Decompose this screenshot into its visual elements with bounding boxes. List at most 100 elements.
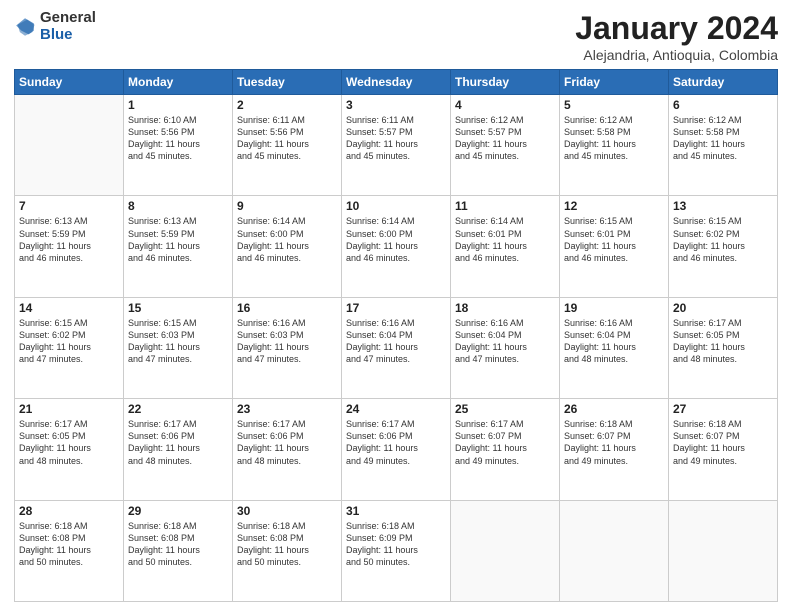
calendar-cell: 9 Sunrise: 6:14 AM Sunset: 6:00 PM Daylig… [233, 196, 342, 297]
calendar-cell: 25 Sunrise: 6:17 AM Sunset: 6:07 PM Dayli… [451, 399, 560, 500]
day-info: Sunrise: 6:17 AM Sunset: 6:06 PM Dayligh… [346, 418, 446, 467]
page: General Blue January 2024 Alejandria, An… [0, 0, 792, 612]
header: General Blue January 2024 Alejandria, An… [14, 10, 778, 63]
calendar-cell: 16 Sunrise: 6:16 AM Sunset: 6:03 PM Dayli… [233, 297, 342, 398]
calendar-cell: 17 Sunrise: 6:16 AM Sunset: 6:04 PM Dayli… [342, 297, 451, 398]
weekday-friday: Friday [560, 70, 669, 95]
day-number: 10 [346, 199, 446, 213]
day-number: 15 [128, 301, 228, 315]
day-info: Sunrise: 6:15 AM Sunset: 6:02 PM Dayligh… [673, 215, 773, 264]
calendar-week-4: 21Sunrise: 6:17 AM Sunset: 6:05 PM Dayli… [15, 399, 778, 500]
calendar-cell: 11 Sunrise: 6:14 AM Sunset: 6:01 PM Dayli… [451, 196, 560, 297]
day-info: Sunrise: 6:17 AM Sunset: 6:06 PM Dayligh… [237, 418, 337, 467]
day-info: Sunrise: 6:18 AM Sunset: 6:08 PM Dayligh… [237, 520, 337, 569]
day-number: 1 [128, 98, 228, 112]
calendar-cell: 10 Sunrise: 6:14 AM Sunset: 6:00 PM Dayli… [342, 196, 451, 297]
calendar-cell [560, 500, 669, 601]
day-number: 26 [564, 402, 664, 416]
day-number: 20 [673, 301, 773, 315]
day-info: Sunrise: 6:12 AM Sunset: 5:58 PM Dayligh… [564, 114, 664, 163]
day-info: Sunrise: 6:14 AM Sunset: 6:00 PM Dayligh… [237, 215, 337, 264]
day-number: 21 [19, 402, 119, 416]
calendar-cell: 19 Sunrise: 6:16 AM Sunset: 6:04 PM Dayli… [560, 297, 669, 398]
calendar-cell: 1 Sunrise: 6:10 AM Sunset: 5:56 PM Daylig… [124, 95, 233, 196]
day-number: 31 [346, 504, 446, 518]
day-info: Sunrise: 6:18 AM Sunset: 6:09 PM Dayligh… [346, 520, 446, 569]
day-info: Sunrise: 6:14 AM Sunset: 6:00 PM Dayligh… [346, 215, 446, 264]
day-number: 4 [455, 98, 555, 112]
logo-blue: Blue [40, 27, 96, 44]
day-info: Sunrise: 6:18 AM Sunset: 6:08 PM Dayligh… [19, 520, 119, 569]
day-number: 12 [564, 199, 664, 213]
calendar-cell: 14Sunrise: 6:15 AM Sunset: 6:02 PM Dayli… [15, 297, 124, 398]
calendar-cell [669, 500, 778, 601]
calendar-week-1: 1 Sunrise: 6:10 AM Sunset: 5:56 PM Daylig… [15, 95, 778, 196]
title-block: January 2024 Alejandria, Antioquia, Colo… [575, 10, 778, 63]
calendar-cell: 8 Sunrise: 6:13 AM Sunset: 5:59 PM Daylig… [124, 196, 233, 297]
day-number: 11 [455, 199, 555, 213]
day-info: Sunrise: 6:13 AM Sunset: 5:59 PM Dayligh… [128, 215, 228, 264]
day-info: Sunrise: 6:18 AM Sunset: 6:07 PM Dayligh… [673, 418, 773, 467]
day-info: Sunrise: 6:16 AM Sunset: 6:04 PM Dayligh… [564, 317, 664, 366]
calendar-week-3: 14Sunrise: 6:15 AM Sunset: 6:02 PM Dayli… [15, 297, 778, 398]
day-info: Sunrise: 6:16 AM Sunset: 6:03 PM Dayligh… [237, 317, 337, 366]
day-number: 22 [128, 402, 228, 416]
day-info: Sunrise: 6:13 AM Sunset: 5:59 PM Dayligh… [19, 215, 119, 264]
weekday-monday: Monday [124, 70, 233, 95]
weekday-thursday: Thursday [451, 70, 560, 95]
weekday-saturday: Saturday [669, 70, 778, 95]
main-title: January 2024 [575, 10, 778, 47]
day-number: 17 [346, 301, 446, 315]
day-info: Sunrise: 6:10 AM Sunset: 5:56 PM Dayligh… [128, 114, 228, 163]
subtitle: Alejandria, Antioquia, Colombia [575, 47, 778, 63]
calendar-table: SundayMondayTuesdayWednesdayThursdayFrid… [14, 69, 778, 602]
day-number: 2 [237, 98, 337, 112]
weekday-tuesday: Tuesday [233, 70, 342, 95]
calendar-cell: 22 Sunrise: 6:17 AM Sunset: 6:06 PM Dayli… [124, 399, 233, 500]
logo-general: General [40, 10, 96, 27]
day-number: 24 [346, 402, 446, 416]
day-info: Sunrise: 6:14 AM Sunset: 6:01 PM Dayligh… [455, 215, 555, 264]
calendar-cell: 5 Sunrise: 6:12 AM Sunset: 5:58 PM Daylig… [560, 95, 669, 196]
day-number: 28 [19, 504, 119, 518]
calendar-cell [15, 95, 124, 196]
day-number: 13 [673, 199, 773, 213]
day-info: Sunrise: 6:12 AM Sunset: 5:58 PM Dayligh… [673, 114, 773, 163]
day-info: Sunrise: 6:15 AM Sunset: 6:01 PM Dayligh… [564, 215, 664, 264]
calendar-cell: 2 Sunrise: 6:11 AM Sunset: 5:56 PM Daylig… [233, 95, 342, 196]
day-number: 30 [237, 504, 337, 518]
day-number: 5 [564, 98, 664, 112]
day-info: Sunrise: 6:16 AM Sunset: 6:04 PM Dayligh… [346, 317, 446, 366]
day-info: Sunrise: 6:17 AM Sunset: 6:07 PM Dayligh… [455, 418, 555, 467]
day-number: 14 [19, 301, 119, 315]
calendar-cell: 23 Sunrise: 6:17 AM Sunset: 6:06 PM Dayli… [233, 399, 342, 500]
logo-text: General Blue [40, 10, 96, 43]
calendar-cell: 30 Sunrise: 6:18 AM Sunset: 6:08 PM Dayli… [233, 500, 342, 601]
day-number: 8 [128, 199, 228, 213]
calendar-cell: 29Sunrise: 6:18 AM Sunset: 6:08 PM Dayli… [124, 500, 233, 601]
day-number: 6 [673, 98, 773, 112]
calendar-cell: 6 Sunrise: 6:12 AM Sunset: 5:58 PM Daylig… [669, 95, 778, 196]
day-number: 19 [564, 301, 664, 315]
calendar-cell: 3Sunrise: 6:11 AM Sunset: 5:57 PM Daylig… [342, 95, 451, 196]
day-number: 25 [455, 402, 555, 416]
calendar-cell: 13 Sunrise: 6:15 AM Sunset: 6:02 PM Dayli… [669, 196, 778, 297]
calendar-cell: 21Sunrise: 6:17 AM Sunset: 6:05 PM Dayli… [15, 399, 124, 500]
day-info: Sunrise: 6:11 AM Sunset: 5:56 PM Dayligh… [237, 114, 337, 163]
day-info: Sunrise: 6:15 AM Sunset: 6:03 PM Dayligh… [128, 317, 228, 366]
day-info: Sunrise: 6:17 AM Sunset: 6:05 PM Dayligh… [673, 317, 773, 366]
day-number: 27 [673, 402, 773, 416]
calendar-cell: 24 Sunrise: 6:17 AM Sunset: 6:06 PM Dayli… [342, 399, 451, 500]
calendar-cell: 27 Sunrise: 6:18 AM Sunset: 6:07 PM Dayli… [669, 399, 778, 500]
weekday-header-row: SundayMondayTuesdayWednesdayThursdayFrid… [15, 70, 778, 95]
day-number: 23 [237, 402, 337, 416]
calendar-cell: 20 Sunrise: 6:17 AM Sunset: 6:05 PM Dayli… [669, 297, 778, 398]
day-info: Sunrise: 6:17 AM Sunset: 6:06 PM Dayligh… [128, 418, 228, 467]
logo: General Blue [14, 10, 96, 43]
calendar-cell: 26Sunrise: 6:18 AM Sunset: 6:07 PM Dayli… [560, 399, 669, 500]
day-number: 9 [237, 199, 337, 213]
day-number: 3 [346, 98, 446, 112]
calendar-cell [451, 500, 560, 601]
calendar-cell: 18Sunrise: 6:16 AM Sunset: 6:04 PM Dayli… [451, 297, 560, 398]
day-number: 16 [237, 301, 337, 315]
